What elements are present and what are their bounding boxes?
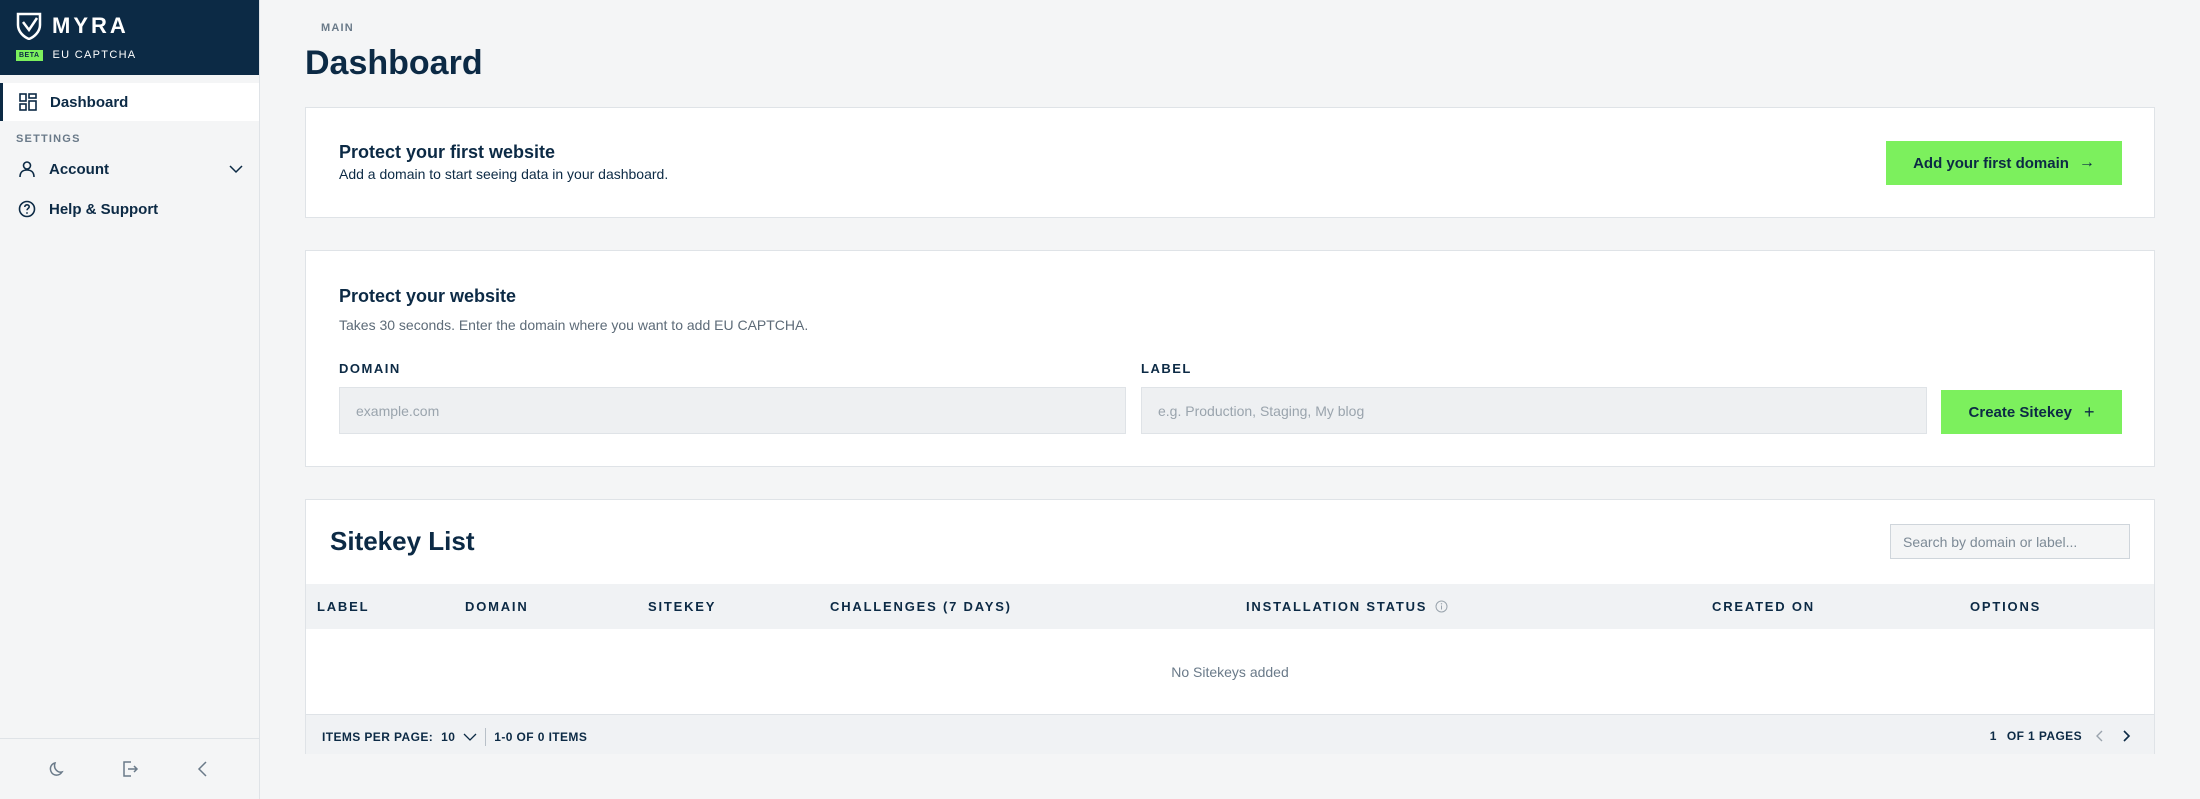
shield-logo-icon [16, 12, 42, 40]
beta-badge: BETA [16, 49, 43, 61]
logout-button[interactable] [119, 758, 141, 780]
chevron-left-icon [2096, 730, 2103, 742]
protect-website-card: Protect your website Takes 30 seconds. E… [305, 250, 2155, 467]
sidebar-item-label: Help & Support [49, 200, 159, 218]
sidebar-item-account[interactable]: Account [0, 150, 259, 188]
sidebar-footer [0, 738, 259, 799]
column-header-label[interactable]: LABEL [317, 599, 369, 614]
button-label: Add your first domain [1913, 154, 2069, 172]
page-title: Dashboard [305, 44, 483, 82]
arrow-right-icon: → [2078, 154, 2095, 171]
items-range: 1-0 OF 0 ITEMS [494, 730, 588, 744]
first-website-card: Protect your first website Add a domain … [305, 107, 2155, 218]
create-sitekey-button[interactable]: Create Sitekey + [1941, 390, 2122, 434]
button-label: Create Sitekey [1968, 403, 2072, 421]
prev-page-button[interactable] [2092, 728, 2108, 744]
next-page-button[interactable] [2118, 728, 2134, 744]
sidebar-item-dashboard[interactable]: Dashboard [0, 83, 259, 121]
card-subtitle: Takes 30 seconds. Enter the domain where… [339, 317, 809, 333]
divider [485, 728, 487, 746]
sidebar: MYRA BETA EU CAPTCHA MAIN Dashboard SETT… [0, 0, 353, 799]
column-header-created-on[interactable]: CREATED ON [1712, 599, 1815, 614]
add-first-domain-button[interactable]: Add your first domain → [1886, 141, 2122, 185]
table-pagination: ITEMS PER PAGE: 10 1-0 OF 0 ITEMS 1 OF 1… [306, 714, 2154, 754]
sidebar-item-label: Dashboard [50, 93, 129, 111]
help-icon [18, 200, 36, 218]
plus-icon: + [2083, 401, 2095, 422]
table-header: LABEL DOMAIN SITEKEY CHALLENGES (7 DAYS)… [306, 584, 2154, 629]
logout-icon [122, 761, 138, 777]
card-title: Protect your first website [339, 142, 556, 162]
chevron-right-icon [2123, 730, 2131, 742]
info-icon[interactable] [1435, 600, 1448, 613]
empty-state: No Sitekeys added [1171, 663, 1289, 680]
total-pages: OF 1 PAGES [2006, 729, 2082, 743]
sitekey-list-card: Sitekey List LABEL DOMAIN SITEKEY CHALLE… [305, 499, 2155, 754]
brand-product: EU CAPTCHA [52, 49, 137, 61]
label-input[interactable] [1141, 387, 1927, 434]
search-input[interactable] [1890, 524, 2130, 559]
column-header-domain[interactable]: DOMAIN [465, 599, 529, 614]
collapse-sidebar-button[interactable] [192, 758, 214, 780]
card-title: Protect your website [339, 286, 517, 306]
nav-section-main: MAIN [321, 22, 354, 34]
sidebar-item-label: Account [49, 160, 109, 178]
dashboard-icon [19, 93, 37, 111]
column-header-options: OPTIONS [1970, 599, 2042, 614]
column-header-installation-status[interactable]: INSTALLATION STATUS [1246, 599, 1448, 614]
column-header-sitekey[interactable]: SITEKEY [648, 599, 716, 614]
nav-section-settings: SETTINGS [16, 133, 81, 145]
moon-icon [49, 761, 64, 776]
card-subtitle: Add a domain to start seeing data in you… [339, 166, 669, 182]
sidebar-item-help-support[interactable]: Help & Support [0, 190, 259, 228]
chevron-down-icon[interactable] [229, 162, 243, 176]
items-per-page-select[interactable]: 10 [441, 730, 477, 744]
column-header-challenges[interactable]: CHALLENGES (7 DAYS) [830, 599, 1012, 614]
column-header-text: INSTALLATION STATUS [1246, 599, 1428, 614]
chevron-down-icon [463, 733, 477, 741]
label-field-label: LABEL [1141, 361, 1192, 376]
sitekey-list-title: Sitekey List [330, 526, 475, 556]
domain-field-label: DOMAIN [339, 361, 401, 376]
items-per-page-value: 10 [441, 730, 456, 744]
brand-name: MYRA [52, 13, 129, 38]
user-icon [19, 161, 35, 178]
domain-input[interactable] [339, 387, 1126, 434]
theme-toggle-button[interactable] [46, 758, 68, 780]
brand-header: MYRA BETA EU CAPTCHA [0, 0, 259, 75]
current-page[interactable]: 1 [1990, 729, 1997, 743]
items-per-page-label: ITEMS PER PAGE: [322, 730, 434, 744]
chevron-left-icon [197, 761, 207, 777]
